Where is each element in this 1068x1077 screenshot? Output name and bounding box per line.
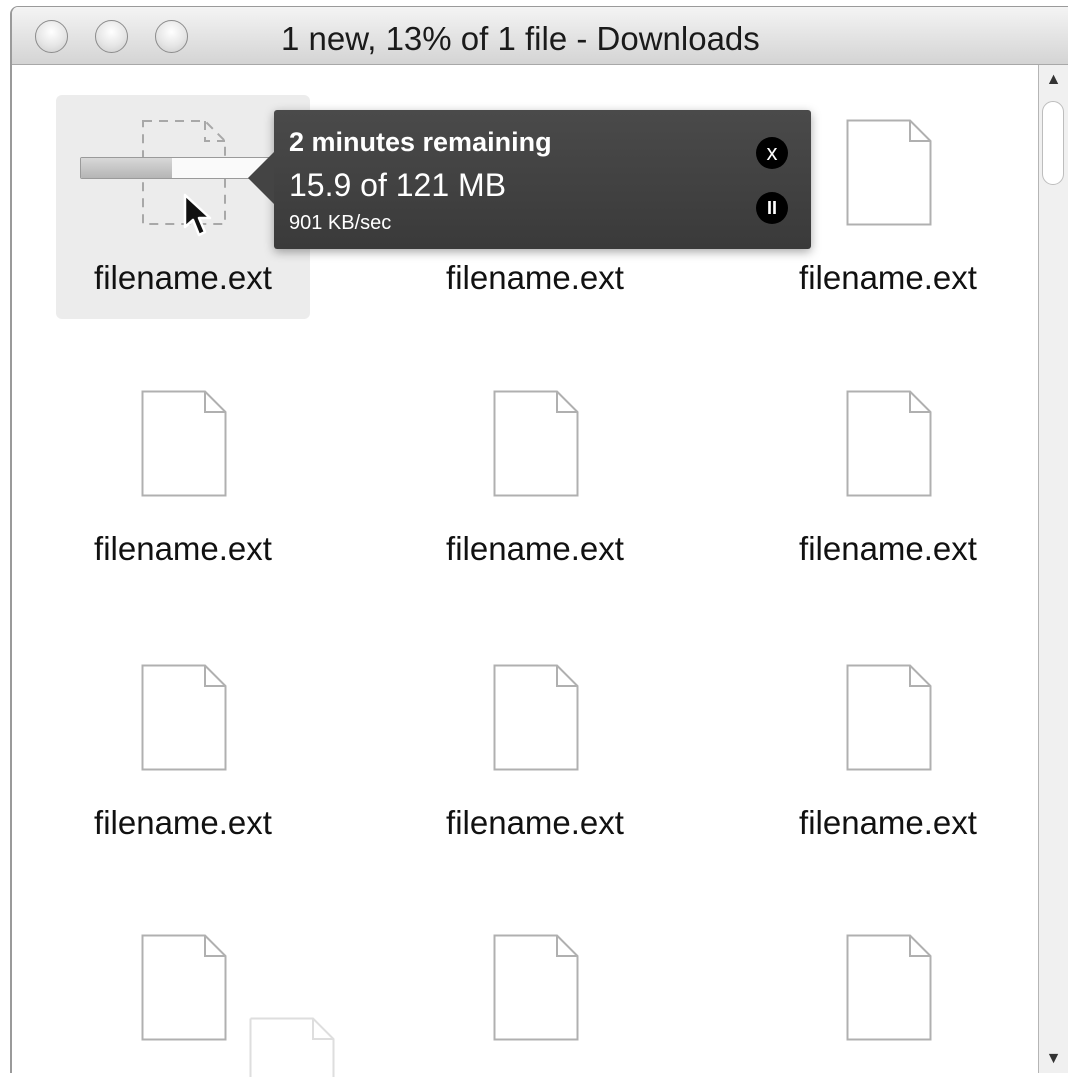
file-name: filename.ext [446, 804, 624, 841]
file-name: filename.ext [94, 259, 272, 296]
file-icon [846, 664, 932, 771]
file-name: filename.ext [94, 804, 272, 841]
file-name: filename.ext [799, 804, 977, 841]
cancel-download-button[interactable]: x [756, 137, 788, 169]
file-icon [141, 390, 227, 497]
file-icon [493, 664, 579, 771]
vertical-scrollbar[interactable]: ▲ ▼ [1038, 65, 1068, 1073]
file-tile[interactable]: filename.ext [56, 640, 310, 864]
file-icon [493, 934, 579, 1041]
scroll-up-arrow-icon[interactable]: ▲ [1039, 65, 1068, 95]
file-tile[interactable]: filename.ext [761, 366, 1015, 590]
file-icon [141, 664, 227, 771]
file-icon [846, 119, 932, 226]
scroll-thumb[interactable] [1042, 101, 1064, 185]
file-tile-downloading[interactable]: filename.ext [56, 95, 310, 319]
time-remaining: 2 minutes remaining [289, 127, 552, 157]
file-icon [141, 934, 227, 1041]
file-tile[interactable]: filename.ext [408, 366, 662, 590]
file-tile[interactable]: filename.ext [408, 640, 662, 864]
file-name: filename.ext [799, 259, 977, 296]
dragged-file-ghost-icon [249, 1017, 335, 1077]
download-progress-fill [81, 158, 173, 178]
download-speed: 901 KB/sec [289, 212, 392, 234]
file-icon [493, 390, 579, 497]
popover-arrow [248, 152, 274, 204]
file-icon [846, 934, 932, 1041]
file-name: filename.ext [446, 259, 624, 296]
pointer-cursor-icon [183, 193, 212, 237]
scroll-down-arrow-icon[interactable]: ▼ [1039, 1044, 1068, 1073]
file-tile[interactable] [761, 910, 1015, 1073]
file-name: filename.ext [799, 530, 977, 567]
download-amount: 15.9 of 121 MB [289, 167, 507, 203]
file-tile[interactable] [408, 910, 662, 1073]
pause-download-button[interactable]: II [756, 192, 788, 224]
file-tile[interactable]: filename.ext [761, 640, 1015, 864]
file-name: filename.ext [446, 530, 624, 567]
window-title: 1 new, 13% of 1 file - Downloads [281, 20, 760, 57]
file-icon [846, 390, 932, 497]
file-tile[interactable]: filename.ext [56, 366, 310, 590]
file-name: filename.ext [94, 530, 272, 567]
title-bar[interactable]: 1 new, 13% of 1 file - Downloads [12, 7, 1068, 65]
download-info-popover: 2 minutes remaining 15.9 of 121 MB 901 K… [248, 110, 811, 249]
